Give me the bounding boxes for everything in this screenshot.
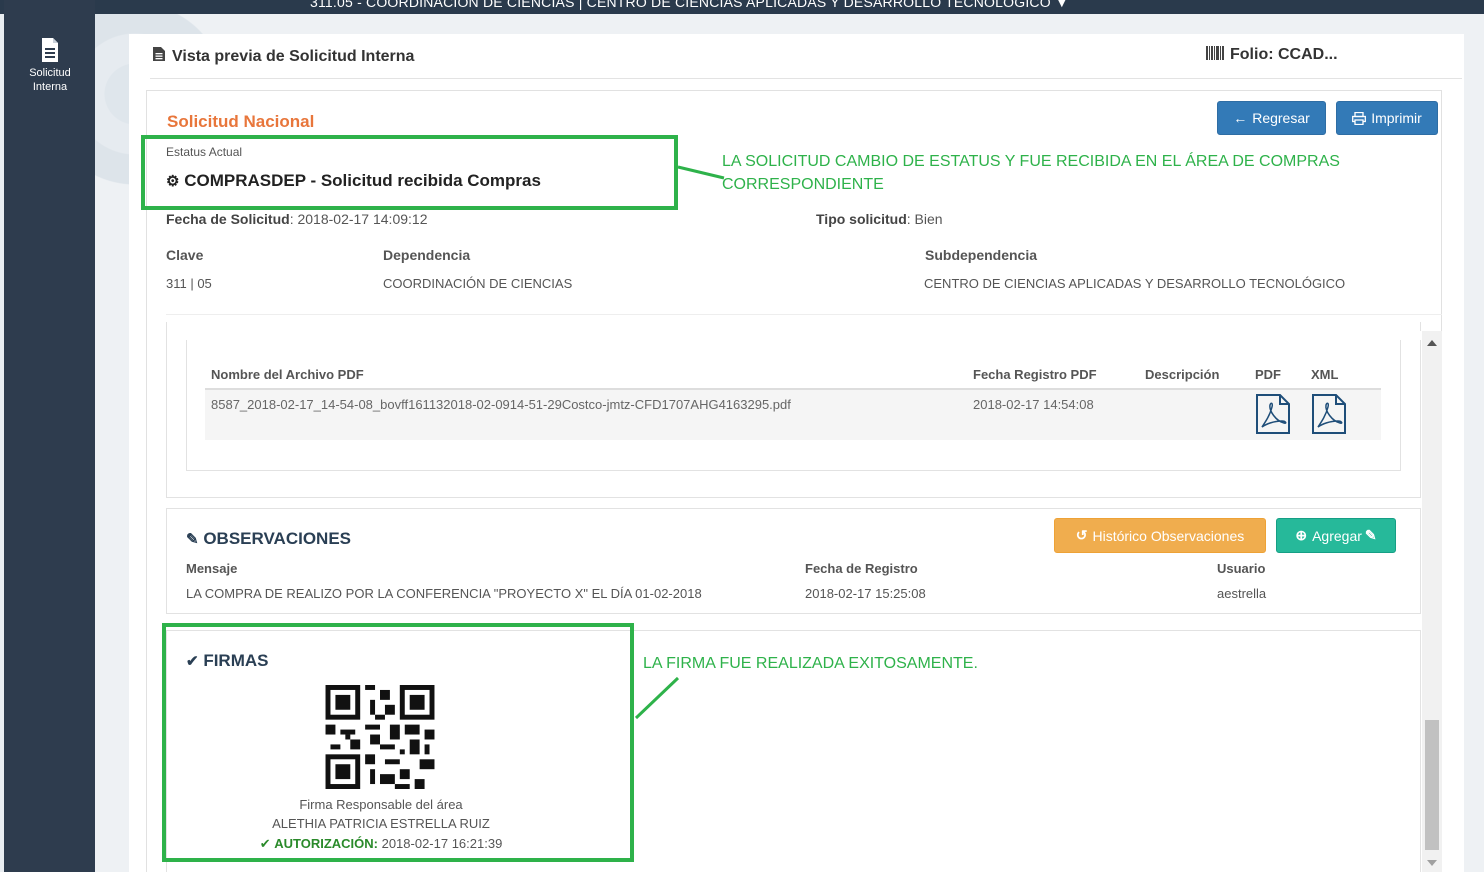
scroll-down-arrow[interactable]	[1427, 860, 1437, 866]
observation-message: LA COMPRA DE REALIZO POR LA CONFERENCIA …	[186, 586, 702, 601]
request-type-title: Solicitud Nacional	[167, 112, 315, 131]
column-registration-date: Fecha de Registro	[805, 561, 918, 576]
request-kind: Tipo solicitud: Bien	[816, 211, 943, 227]
status-annotation-line: LA SOLICITUD CAMBIO DE ESTATUS Y FUE REC…	[722, 153, 1340, 170]
dependencia-value: COORDINACIÓN DE CIENCIAS	[383, 276, 573, 291]
document-icon	[41, 38, 58, 62]
back-button[interactable]: ← Regresar	[1217, 101, 1326, 135]
column-user: Usuario	[1217, 561, 1266, 576]
file-name[interactable]: 8587_2018-02-17_14-54-08_bovff161132018-…	[211, 397, 791, 412]
request-kind-value: : Bien	[906, 211, 943, 227]
divider	[150, 78, 1462, 79]
back-button-label: Regresar	[1252, 110, 1310, 126]
sidebar-item-solicitud-interna[interactable]: Solicitud Interna	[4, 36, 95, 94]
edit-icon: ✎	[186, 531, 199, 548]
top-bar: 311.05 - COORDINACIÓN DE CIENCIAS | CENT…	[0, 0, 1484, 14]
column-file-date: Fecha Registro PDF	[973, 367, 1097, 382]
column-xml: XML	[1311, 367, 1339, 382]
sidebar: Solicitud Interna	[4, 0, 95, 872]
xml-download-icon[interactable]	[1310, 393, 1348, 435]
signature-highlight-box	[162, 623, 634, 862]
request-kind-label: Tipo solicitud	[816, 211, 907, 227]
column-description: Descripción	[1145, 367, 1220, 382]
scroll-up-arrow[interactable]	[1427, 340, 1437, 346]
history-icon: ↺	[1075, 527, 1088, 543]
history-observations-button[interactable]: ↺ Histórico Observaciones	[1054, 518, 1266, 553]
signature-annotation: LA FIRMA FUE REALIZADA EXITOSAMENTE.	[643, 655, 978, 672]
column-message: Mensaje	[186, 561, 238, 576]
sidebar-item-label: Solicitud Interna	[29, 67, 71, 93]
observation-date: 2018-02-17 15:25:08	[805, 586, 926, 601]
observation-user: aestrella	[1217, 586, 1267, 601]
file-date: 2018-02-17 14:54:08	[973, 397, 1094, 412]
pdf-download-icon[interactable]	[1254, 393, 1292, 435]
observations-title: ✎ OBSERVACIONES	[186, 529, 351, 549]
print-button[interactable]: Imprimir	[1336, 101, 1438, 135]
status-annotation-line: CORRESPONDIENTE	[722, 176, 884, 193]
plus-circle-icon: ⊕	[1295, 527, 1308, 543]
clave-label: Clave	[166, 247, 204, 263]
divider	[166, 314, 1442, 315]
dependency-selector[interactable]: 311.05 - COORDINACIÓN DE CIENCIAS | CENT…	[310, 0, 1069, 10]
page-title-text: Vista previa de Solicitud Interna	[172, 48, 415, 65]
observations-title-text: OBSERVACIONES	[203, 529, 351, 548]
print-button-label: Imprimir	[1371, 110, 1422, 126]
add-observation-button[interactable]: ⊕ Agregar ✎	[1276, 518, 1396, 553]
add-button-label: Agregar	[1312, 527, 1362, 544]
barcode-icon	[1206, 46, 1224, 60]
annotation-connector	[677, 165, 725, 180]
request-date-value: : 2018-02-17 14:09:12	[289, 211, 428, 227]
print-icon	[1352, 111, 1367, 125]
scroll-mask	[186, 331, 1422, 340]
subdependencia-value: CENTRO DE CIENCIAS APLICADAS Y DESARROLL…	[924, 276, 1346, 291]
arrow-left-icon: ←	[1233, 110, 1248, 126]
folio: Folio: CCAD...	[1206, 46, 1338, 64]
history-button-label: Histórico Observaciones	[1092, 527, 1245, 544]
dependencia-label: Dependencia	[383, 247, 471, 263]
subdependencia-label: Subdependencia	[925, 247, 1038, 263]
request-date: Fecha de Solicitud: 2018-02-17 14:09:12	[166, 211, 427, 227]
page-title: Vista previa de Solicitud Interna	[152, 46, 414, 66]
status-annotation: LA SOLICITUD CAMBIO DE ESTATUS Y FUE REC…	[722, 150, 1340, 196]
file-text-icon	[153, 47, 165, 61]
column-pdf: PDF	[1255, 367, 1281, 382]
scrollbar-thumb[interactable]	[1425, 720, 1439, 850]
annotation-connector	[634, 676, 680, 720]
column-file-name: Nombre del Archivo PDF	[211, 367, 364, 382]
clave-value: 311 | 05	[166, 276, 212, 291]
folio-text: Folio: CCAD...	[1230, 46, 1338, 63]
request-date-label: Fecha de Solicitud	[166, 211, 290, 227]
edit-icon: ✎	[1364, 527, 1377, 543]
status-highlight-box	[141, 135, 678, 210]
